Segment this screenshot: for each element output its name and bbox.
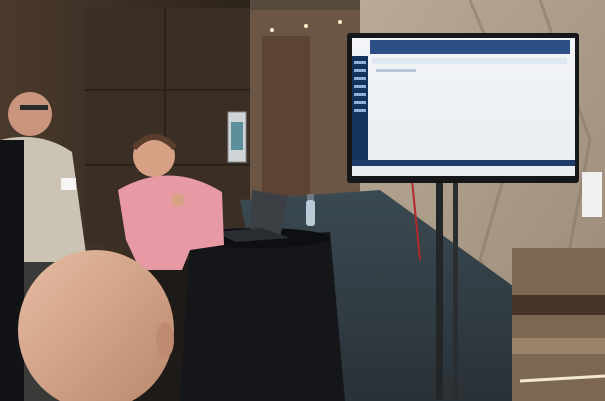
high-top-table: [180, 232, 345, 401]
speaker-hand: [171, 193, 185, 207]
sidebar-item: [354, 61, 366, 64]
attendee-head: [8, 92, 52, 136]
inset-photo-band: [512, 295, 605, 315]
tv-stand-pole: [453, 170, 458, 400]
attendee-glasses: [20, 105, 48, 110]
name-badge: [61, 178, 76, 190]
ceiling-light: [304, 24, 308, 28]
bottle-cap: [307, 194, 314, 200]
water-bottle: [306, 200, 315, 226]
monitor-taskbar: [352, 160, 575, 166]
sidebar-item: [354, 93, 366, 96]
ceiling-light: [270, 28, 274, 32]
tv-stand-pole: [436, 165, 443, 400]
bald-head-ear: [156, 322, 174, 358]
monitor-ui: [352, 38, 575, 166]
wall-plate: [582, 172, 602, 217]
monitor-tab-bar: [372, 58, 567, 64]
thermostat-display: [231, 122, 243, 150]
sidebar-item: [354, 69, 366, 72]
monitor-title-bar: [370, 40, 570, 54]
monitor-text-line: [376, 69, 416, 72]
monitor-sidebar: [352, 56, 368, 162]
ceiling-light: [338, 20, 342, 24]
inset-photo-band: [512, 338, 605, 354]
back-door: [262, 36, 310, 196]
dark-figure: [0, 140, 24, 401]
sidebar-item: [354, 101, 366, 104]
sidebar-item: [354, 109, 366, 112]
sidebar-item: [354, 85, 366, 88]
sidebar-item: [354, 77, 366, 80]
